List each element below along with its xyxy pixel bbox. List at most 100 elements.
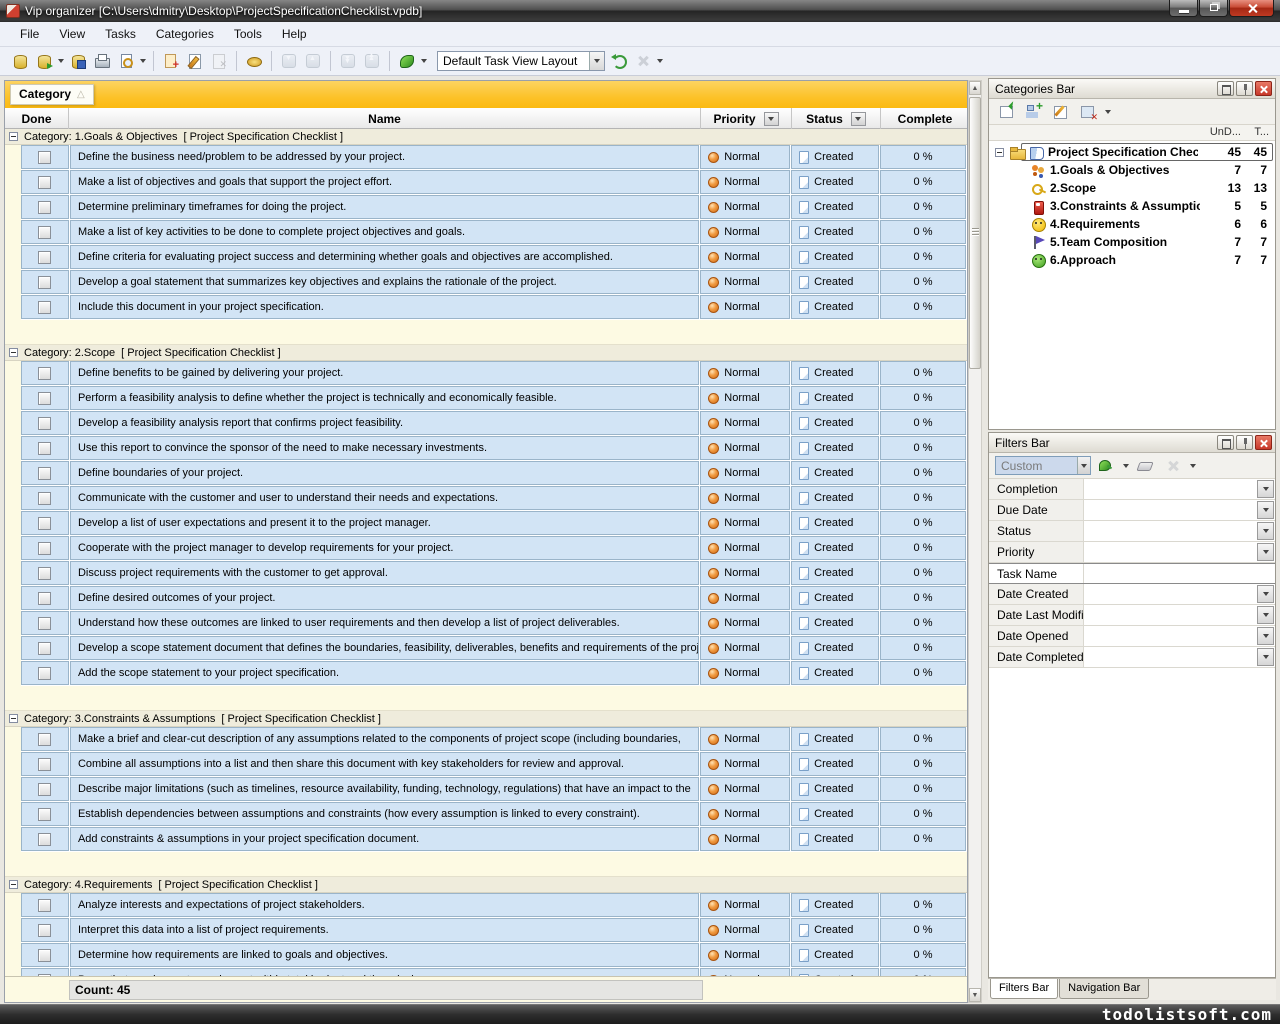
table-row[interactable]: Define benefits to be gained by deliveri… <box>21 361 967 386</box>
complete-cell[interactable]: 0 % <box>880 145 966 169</box>
chevron-down-icon[interactable] <box>138 50 148 72</box>
complete-cell[interactable]: 0 % <box>880 777 966 801</box>
complete-cell[interactable]: 0 % <box>880 486 966 510</box>
categories-toolbar-caret[interactable] <box>1103 101 1113 123</box>
priority-cell[interactable]: Normal <box>700 295 790 319</box>
table-row[interactable]: Understand how these outcomes are linked… <box>21 611 967 636</box>
table-row[interactable]: Interpret this data into a list of proje… <box>21 918 967 943</box>
close-button[interactable] <box>1229 0 1274 17</box>
scroll-down-button[interactable]: ▼ <box>969 988 981 1002</box>
priority-filter-button[interactable] <box>764 112 779 126</box>
priority-cell[interactable]: Normal <box>700 220 790 244</box>
done-checkbox[interactable] <box>38 592 51 605</box>
status-cell[interactable]: Created <box>791 170 879 194</box>
priority-cell[interactable]: Normal <box>700 270 790 294</box>
status-cell[interactable]: Created <box>791 270 879 294</box>
tree-category-row[interactable]: 2.Scope1313 <box>989 179 1275 197</box>
group-by-category-button[interactable]: Category △ <box>10 84 94 105</box>
complete-cell[interactable]: 0 % <box>880 295 966 319</box>
group-header[interactable]: Category: 2.Scope[ Project Specification… <box>5 345 967 361</box>
task-name-cell[interactable]: Determine preliminary timeframes for doi… <box>70 195 699 219</box>
status-cell[interactable]: Created <box>791 220 879 244</box>
priority-cell[interactable]: Normal <box>700 536 790 560</box>
delete-task-button[interactable] <box>208 50 230 72</box>
status-cell[interactable]: Created <box>791 361 879 385</box>
done-checkbox[interactable] <box>38 201 51 214</box>
menu-item-tools[interactable]: Tools <box>224 23 272 45</box>
filter-preset-combobox[interactable]: Custom <box>995 456 1091 475</box>
complete-cell[interactable]: 0 % <box>880 536 966 560</box>
table-row[interactable]: Make a brief and clear-cut description o… <box>21 727 967 752</box>
task-name-cell[interactable]: Describe major limitations (such as time… <box>70 777 699 801</box>
tab-navigation-bar[interactable]: Navigation Bar <box>1059 979 1149 999</box>
panel-close-button[interactable] <box>1255 81 1272 96</box>
table-row[interactable]: Make a list of objectives and goals that… <box>21 170 967 195</box>
tree-category-row[interactable]: 6.Approach77 <box>989 251 1275 269</box>
edit-task-button[interactable] <box>184 50 206 72</box>
task-name-cell[interactable]: Define criteria for evaluating project s… <box>70 245 699 269</box>
done-checkbox[interactable] <box>38 899 51 912</box>
status-cell[interactable]: Created <box>791 245 879 269</box>
task-name-cell[interactable]: Make a list of objectives and goals that… <box>70 170 699 194</box>
column-complete[interactable]: Complete <box>881 108 968 129</box>
column-priority[interactable]: Priority <box>701 108 792 129</box>
priority-cell[interactable]: Normal <box>700 411 790 435</box>
move-bottom-button[interactable] <box>337 50 359 72</box>
status-cell[interactable]: Created <box>791 777 879 801</box>
task-name-cell[interactable]: Communicate with the customer and user t… <box>70 486 699 510</box>
tree-category-row[interactable]: 4.Requirements66 <box>989 215 1275 233</box>
status-cell[interactable]: Created <box>791 893 879 917</box>
table-row[interactable]: Describe major limitations (such as time… <box>21 777 967 802</box>
priority-cell[interactable]: Normal <box>700 436 790 460</box>
collapse-icon[interactable] <box>9 714 18 723</box>
done-checkbox[interactable] <box>38 667 51 680</box>
status-cell[interactable]: Created <box>791 752 879 776</box>
complete-cell[interactable]: 0 % <box>880 752 966 776</box>
database-button[interactable] <box>9 50 31 72</box>
filter-dropdown-button[interactable] <box>1257 480 1274 498</box>
database-new-button[interactable] <box>33 50 55 72</box>
status-cell[interactable]: Created <box>791 561 879 585</box>
filter-clear-button[interactable] <box>1162 455 1184 477</box>
filter-dropdown-button[interactable] <box>1257 606 1274 624</box>
task-name-cell[interactable]: Use this report to convince the sponsor … <box>70 436 699 460</box>
chevron-down-icon[interactable] <box>589 52 604 70</box>
status-cell[interactable]: Created <box>791 295 879 319</box>
done-checkbox[interactable] <box>38 617 51 630</box>
menu-item-help[interactable]: Help <box>272 23 317 45</box>
done-checkbox[interactable] <box>38 251 51 264</box>
status-cell[interactable]: Created <box>791 461 879 485</box>
priority-cell[interactable]: Normal <box>700 777 790 801</box>
status-cell[interactable]: Created <box>791 586 879 610</box>
group-header[interactable]: Category: 1.Goals & Objectives[ Project … <box>5 129 967 145</box>
table-row[interactable]: Use this report to convince the sponsor … <box>21 436 967 461</box>
done-checkbox[interactable] <box>38 833 51 846</box>
done-checkbox[interactable] <box>38 226 51 239</box>
table-row[interactable]: Combine all assumptions into a list and … <box>21 752 967 777</box>
status-cell[interactable]: Created <box>791 511 879 535</box>
move-up-button[interactable] <box>302 50 324 72</box>
done-checkbox[interactable] <box>38 567 51 580</box>
status-cell[interactable]: Created <box>791 727 879 751</box>
priority-cell[interactable]: Normal <box>700 195 790 219</box>
column-status[interactable]: Status <box>792 108 881 129</box>
done-checkbox[interactable] <box>38 151 51 164</box>
minimize-button[interactable] <box>1169 0 1198 17</box>
priority-cell[interactable]: Normal <box>700 245 790 269</box>
panel-restore-button[interactable] <box>1217 81 1234 96</box>
status-cell[interactable]: Created <box>791 827 879 851</box>
done-checkbox[interactable] <box>38 176 51 189</box>
priority-cell[interactable]: Normal <box>700 636 790 660</box>
tab-filters-bar[interactable]: Filters Bar <box>990 979 1058 999</box>
status-cell[interactable]: Created <box>791 943 879 967</box>
clear-view-button[interactable] <box>632 50 654 72</box>
task-name-cell[interactable]: Add the scope statement to your project … <box>70 661 699 685</box>
add-task-button[interactable] <box>160 50 182 72</box>
tree-root-row[interactable]: Project Specification Checklist4545 <box>989 143 1275 161</box>
complete-cell[interactable]: 0 % <box>880 802 966 826</box>
done-checkbox[interactable] <box>38 924 51 937</box>
complete-cell[interactable]: 0 % <box>880 943 966 967</box>
status-cell[interactable]: Created <box>791 661 879 685</box>
priority-cell[interactable]: Normal <box>700 561 790 585</box>
menu-item-file[interactable]: File <box>10 23 49 45</box>
